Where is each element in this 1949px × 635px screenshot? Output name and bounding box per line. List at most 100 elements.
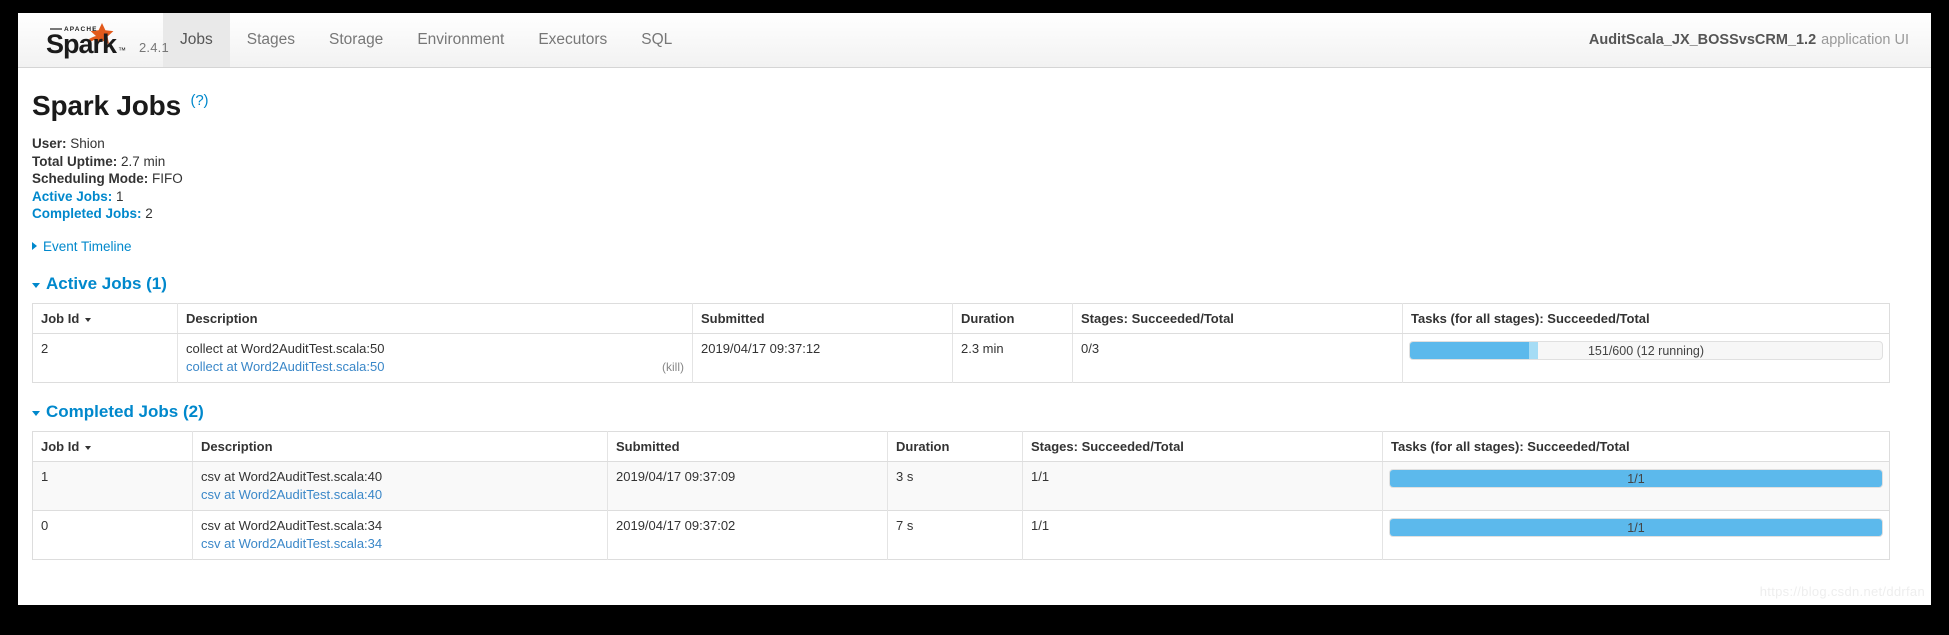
summary-user: User: Shion — [32, 136, 1917, 153]
tab-environment-link[interactable]: Environment — [400, 13, 521, 67]
col-description-label: Description — [186, 311, 258, 326]
description-link-row: csv at Word2AuditTest.scala:34 — [201, 536, 599, 552]
description-link[interactable]: csv at Word2AuditTest.scala:34 — [201, 536, 382, 552]
cell-duration: 3 s — [887, 461, 1023, 511]
description-link-row: collect at Word2AuditTest.scala:50 (kill… — [186, 359, 684, 375]
summary-scheduling-mode: Scheduling Mode: FIFO — [32, 171, 1917, 188]
cell-tasks: 1/1 — [1382, 510, 1890, 560]
application-name-suffix: application UI — [1821, 32, 1909, 48]
event-timeline-label[interactable]: Event Timeline — [43, 239, 132, 254]
job-summary-list: User: Shion Total Uptime: 2.7 min Schedu… — [32, 136, 1917, 223]
cell-job-id: 1 — [32, 461, 193, 511]
col-submitted-label: Submitted — [701, 311, 765, 326]
chevron-right-icon — [32, 242, 37, 250]
completed-jobs-section-title[interactable]: Completed Jobs (2) — [32, 402, 1917, 422]
task-progress-bar: 1/1 — [1389, 518, 1883, 537]
summary-user-value: Shion — [70, 136, 105, 151]
svg-text:™: ™ — [118, 46, 126, 55]
summary-scheduling-label: Scheduling Mode: — [32, 171, 149, 186]
col-duration[interactable]: Duration — [887, 431, 1023, 462]
sort-caret-icon[interactable] — [85, 318, 92, 322]
task-progress-bar: 151/600 (12 running) — [1409, 341, 1883, 360]
col-submitted[interactable]: Submitted — [607, 431, 888, 462]
active-jobs-table: Job Id Description Submitted Duration St… — [32, 303, 1890, 383]
brand-area[interactable]: APACHE Spark ™ 2.4.1 — [18, 13, 169, 67]
svg-text:Spark: Spark — [46, 29, 118, 59]
col-stages[interactable]: Stages: Succeeded/Total — [1072, 303, 1403, 334]
tab-executors[interactable]: Executors — [521, 13, 624, 67]
tab-stages[interactable]: Stages — [230, 13, 312, 67]
task-progress-bar: 1/1 — [1389, 469, 1883, 488]
col-description[interactable]: Description — [192, 431, 608, 462]
summary-active-jobs[interactable]: Active Jobs: 1 — [32, 189, 1917, 206]
summary-uptime-label: Total Uptime: — [32, 153, 118, 169]
sort-caret-icon[interactable] — [85, 446, 92, 450]
col-tasks[interactable]: Tasks (for all stages): Succeeded/Total — [1382, 431, 1890, 462]
summary-completed-jobs-label[interactable]: Completed Jobs: — [32, 206, 142, 221]
col-duration-label: Duration — [896, 439, 950, 454]
chevron-down-icon — [32, 282, 40, 288]
col-job-id[interactable]: Job Id — [32, 303, 178, 334]
description-link[interactable]: csv at Word2AuditTest.scala:40 — [201, 487, 382, 503]
tab-jobs-link[interactable]: Jobs — [163, 13, 230, 67]
completed-jobs-header-row: Job Id Description Submitted Duration St… — [32, 431, 1890, 462]
description-text: collect at Word2AuditTest.scala:50 — [186, 341, 385, 356]
col-job-id[interactable]: Job Id — [32, 431, 193, 462]
completed-jobs-title-text[interactable]: Completed Jobs (2) — [46, 402, 204, 422]
cell-stages: 1/1 — [1022, 510, 1383, 560]
main-content: Spark Jobs (?) User: Shion Total Uptime:… — [18, 90, 1931, 560]
kill-job-link[interactable]: (kill) — [662, 359, 684, 375]
tab-executors-link[interactable]: Executors — [521, 13, 624, 67]
col-description[interactable]: Description — [177, 303, 693, 334]
summary-completed-jobs[interactable]: Completed Jobs: 2 — [32, 206, 1917, 223]
summary-user-label: User: — [32, 136, 67, 151]
description-text: csv at Word2AuditTest.scala:40 — [201, 469, 383, 484]
spark-logo[interactable]: APACHE Spark ™ 2.4.1 — [42, 20, 169, 60]
tab-sql[interactable]: SQL — [624, 13, 689, 67]
tab-stages-link[interactable]: Stages — [230, 13, 312, 67]
cell-description: csv at Word2AuditTest.scala:34 csv at Wo… — [192, 510, 608, 560]
task-progress-label: 151/600 (12 running) — [1587, 343, 1705, 358]
navbar: APACHE Spark ™ 2.4.1 Jobs Stages Storage… — [18, 13, 1931, 68]
col-job-id-label: Job Id — [41, 439, 80, 454]
application-name-value: AuditScala_JX_BOSSvsCRM_1.2 — [1588, 32, 1817, 48]
task-progress-label: 1/1 — [1627, 471, 1645, 486]
col-description-label: Description — [201, 439, 273, 454]
col-tasks-label: Tasks (for all stages): Succeeded/Total — [1391, 439, 1630, 454]
tab-sql-link[interactable]: SQL — [624, 13, 689, 67]
spark-ui-page: APACHE Spark ™ 2.4.1 Jobs Stages Storage… — [18, 13, 1931, 605]
tab-storage-link[interactable]: Storage — [312, 13, 400, 67]
page-title-text: Spark Jobs — [32, 90, 181, 121]
help-icon[interactable]: (?) — [191, 92, 209, 109]
active-jobs-title-text[interactable]: Active Jobs (1) — [46, 274, 167, 294]
table-row[interactable]: 1 csv at Word2AuditTest.scala:40 csv at … — [32, 461, 1890, 511]
summary-scheduling-value: FIFO — [152, 171, 183, 186]
spark-version: 2.4.1 — [139, 40, 169, 55]
table-row[interactable]: 0 csv at Word2AuditTest.scala:34 csv at … — [32, 510, 1890, 560]
apache-spark-logo-icon: APACHE Spark ™ — [46, 23, 126, 59]
description-link[interactable]: collect at Word2AuditTest.scala:50 — [186, 359, 384, 375]
col-tasks-label: Tasks (for all stages): Succeeded/Total — [1411, 311, 1650, 326]
summary-completed-jobs-value: 2 — [145, 206, 153, 221]
cell-description: csv at Word2AuditTest.scala:40 csv at Wo… — [192, 461, 608, 511]
col-submitted[interactable]: Submitted — [692, 303, 953, 334]
col-tasks[interactable]: Tasks (for all stages): Succeeded/Total — [1402, 303, 1890, 334]
tab-storage[interactable]: Storage — [312, 13, 400, 67]
tab-environment[interactable]: Environment — [400, 13, 521, 67]
active-jobs-section-title[interactable]: Active Jobs (1) — [32, 274, 1917, 294]
summary-active-jobs-label[interactable]: Active Jobs: — [32, 189, 112, 204]
table-row[interactable]: 2 collect at Word2AuditTest.scala:50 col… — [32, 333, 1890, 383]
col-duration[interactable]: Duration — [952, 303, 1073, 334]
nav-tabs: Jobs Stages Storage Environment Executor… — [163, 13, 689, 67]
cell-submitted: 2019/04/17 09:37:02 — [607, 510, 888, 560]
cell-duration: 7 s — [887, 510, 1023, 560]
description-text: csv at Word2AuditTest.scala:34 — [201, 518, 383, 533]
cell-stages: 0/3 — [1072, 333, 1403, 383]
cell-job-id: 2 — [32, 333, 178, 383]
tab-jobs[interactable]: Jobs — [163, 13, 230, 67]
col-stages-label: Stages: Succeeded/Total — [1081, 311, 1234, 326]
page-title: Spark Jobs (?) — [32, 90, 1917, 122]
col-stages[interactable]: Stages: Succeeded/Total — [1022, 431, 1383, 462]
event-timeline-toggle[interactable]: Event Timeline — [32, 239, 132, 254]
cell-stages: 1/1 — [1022, 461, 1383, 511]
